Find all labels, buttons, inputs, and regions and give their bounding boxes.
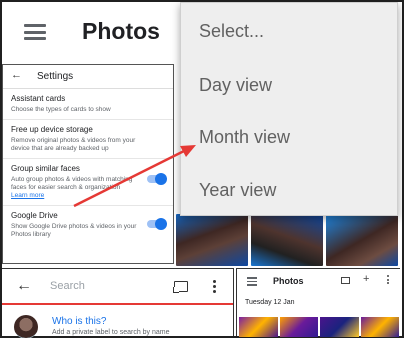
- mini-app-bar: Photos +: [237, 269, 400, 293]
- menu-item-select[interactable]: Select...: [199, 21, 264, 42]
- photo-strip: [176, 214, 400, 266]
- search-panel: ← Search Who is this? Add a private labe…: [2, 268, 234, 338]
- who-is-this-desc: Add a private label to search by name: [52, 329, 170, 336]
- menu-item-year-view[interactable]: Year view: [199, 180, 276, 201]
- setting-title: Google Drive: [11, 211, 58, 220]
- arrow-back-icon[interactable]: ←: [16, 277, 32, 295]
- mini-app-title: Photos: [273, 276, 304, 286]
- settings-panel: ← Settings Assistant cards Choose the ty…: [2, 64, 174, 264]
- menu-icon[interactable]: [247, 277, 257, 288]
- photo-thumbnail[interactable]: [360, 317, 399, 337]
- photo-thumbnail[interactable]: [239, 317, 278, 337]
- mini-photo-strip: [239, 317, 399, 337]
- cast-icon[interactable]: [173, 281, 188, 293]
- setting-assistant-cards[interactable]: Assistant cards Choose the types of card…: [3, 89, 173, 120]
- settings-title: Settings: [37, 71, 74, 82]
- google-drive-toggle[interactable]: [147, 218, 167, 230]
- setting-desc: Remove original photos & videos from you…: [11, 137, 136, 152]
- setting-title: Group similar faces: [11, 164, 80, 173]
- setting-group-similar-faces[interactable]: Group similar faces Auto group photos & …: [3, 159, 173, 206]
- who-is-this-row[interactable]: Who is this? Add a private label to sear…: [2, 305, 233, 338]
- more-options-icon[interactable]: [213, 280, 216, 295]
- menu-item-month-view[interactable]: Month view: [199, 127, 290, 148]
- setting-desc: Auto group photos & videos with matching…: [11, 176, 133, 191]
- setting-desc: Show Google Drive photos & videos in you…: [11, 223, 137, 238]
- photo-thumbnail[interactable]: [176, 214, 248, 266]
- settings-header: ← Settings: [3, 65, 173, 89]
- setting-free-up-storage[interactable]: Free up device storage Remove original p…: [3, 120, 173, 159]
- photo-thumbnail[interactable]: [326, 214, 398, 266]
- search-bar: ← Search: [2, 269, 233, 305]
- who-is-this-title: Who is this?: [52, 316, 107, 327]
- setting-title: Assistant cards: [11, 94, 66, 103]
- add-icon[interactable]: +: [363, 273, 369, 285]
- setting-desc: Choose the types of cards to show: [11, 106, 111, 113]
- menu-item-day-view[interactable]: Day view: [199, 75, 272, 96]
- learn-more-link[interactable]: Learn more: [11, 192, 165, 200]
- photo-thumbnail[interactable]: [320, 317, 359, 337]
- setting-title: Free up device storage: [11, 125, 93, 134]
- mini-photos-app: Photos + Tuesday 12 Jan: [236, 268, 400, 337]
- view-dropdown-menu: Select... Day view Month view Year view: [180, 2, 398, 216]
- photo-thumbnail[interactable]: [279, 317, 318, 337]
- search-input[interactable]: Search: [50, 280, 85, 292]
- group-faces-toggle[interactable]: [147, 173, 167, 185]
- cast-icon[interactable]: [341, 277, 350, 284]
- more-options-icon[interactable]: [387, 275, 389, 286]
- setting-google-drive[interactable]: Google Drive Show Google Drive photos & …: [3, 206, 173, 244]
- date-header: Tuesday 12 Jan: [245, 299, 295, 306]
- app-title: Photos: [82, 18, 160, 44]
- menu-icon[interactable]: [24, 24, 46, 40]
- photo-thumbnail[interactable]: [251, 214, 323, 266]
- face-avatar: [14, 315, 38, 338]
- arrow-back-icon[interactable]: ←: [11, 69, 22, 81]
